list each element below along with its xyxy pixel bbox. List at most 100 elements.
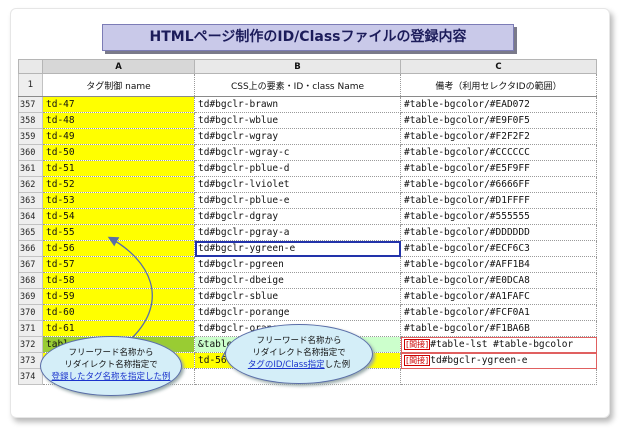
cell-c-text: #table-bgcolor/#E9F0F5 — [404, 115, 530, 126]
cell-c[interactable]: #table-bgcolor/#E5F9FF — [400, 160, 597, 177]
row-number[interactable]: 364 — [18, 208, 43, 225]
indirect-tag: [間接] — [404, 339, 431, 350]
row-number[interactable]: 372 — [18, 336, 43, 353]
callout-left-line2: リダイレクト名称指定で — [64, 360, 158, 370]
cell-c[interactable]: #table-bgcolor/#E9F0F5 — [400, 112, 597, 129]
row-number[interactable]: 373 — [18, 352, 43, 369]
callout-left-line1: フリーワード名称から — [68, 348, 154, 358]
cell-a[interactable]: td-56 — [42, 240, 195, 257]
cell-c[interactable]: [間接] #table-lst #table-bgcolor — [400, 336, 597, 353]
row-number[interactable]: 1 — [18, 73, 43, 97]
callout-left-line3: 登録したタグ名称を指定した例 — [51, 372, 171, 382]
table-row: 357 td-47 td#bgclr-brawn #table-bgcolor/#EA… — [18, 96, 597, 113]
cell-a[interactable]: td-49 — [42, 128, 195, 145]
cell-a[interactable]: td-54 — [42, 208, 195, 225]
row-number[interactable]: 358 — [18, 112, 43, 129]
cell-c-text: #table-bgcolor/#F1BA6B — [404, 323, 530, 334]
cell-b[interactable]: td#bgclr-wgray-c — [194, 144, 401, 161]
row-number[interactable]: 362 — [18, 176, 43, 193]
indirect-tag: [間接] — [404, 355, 431, 366]
column-header-row: A B C — [18, 59, 597, 74]
cell-a[interactable]: td-52 — [42, 176, 195, 193]
row-number[interactable]: 365 — [18, 224, 43, 241]
column-header-b[interactable]: B — [194, 59, 401, 74]
row-number[interactable]: 366 — [18, 240, 43, 257]
row-number[interactable]: 371 — [18, 320, 43, 337]
header-cell-c[interactable]: 備考（利用セレクタIDの範囲） — [400, 73, 597, 97]
cell-b[interactable]: td#bgclr-dbeige — [194, 272, 401, 289]
cell-a[interactable]: td-59 — [42, 288, 195, 305]
cell-b[interactable]: td#bgclr-lviolet — [194, 176, 401, 193]
table-row: 369 td-59 td#bgclr-sblue #table-bgcolor/#A1… — [18, 288, 597, 305]
page-title: HTMLページ制作のID/Classファイルの登録内容 — [102, 24, 514, 51]
table-row: 368 td-58 td#bgclr-dbeige #table-bgcolor/#E… — [18, 272, 597, 289]
cell-a[interactable]: td-60 — [42, 304, 195, 321]
row-number[interactable]: 369 — [18, 288, 43, 305]
column-header-a[interactable]: A — [42, 59, 195, 74]
cell-b[interactable]: td#bgclr-pgreen — [194, 256, 401, 273]
cell-b[interactable]: td#bgclr-dgray — [194, 208, 401, 225]
table-row: 360 td-50 td#bgclr-wgray-c #table-bgcolor/#… — [18, 144, 597, 161]
cell-c[interactable]: #table-bgcolor/#EAD072 — [400, 96, 597, 113]
row-number[interactable]: 370 — [18, 304, 43, 321]
cell-c-text: #table-bgcolor/#F2F2F2 — [404, 131, 530, 142]
header-cell-a[interactable]: タグ制御 name — [42, 73, 195, 97]
table-row: 361 td-51 td#bgclr-pblue-d #table-bgcolor/#… — [18, 160, 597, 177]
select-all-corner[interactable] — [18, 59, 43, 74]
row-number[interactable]: 357 — [18, 96, 43, 113]
header-cell-b[interactable]: CSS上の要素・ID・class Name — [194, 73, 401, 97]
cell-c-text: #table-bgcolor/#EAD072 — [404, 99, 530, 110]
cell-c-text: td#bgclr-ygreen-e — [430, 355, 528, 366]
cell-b[interactable]: td#bgclr-wblue — [194, 112, 401, 129]
column-header-c[interactable]: C — [400, 59, 597, 74]
row-number[interactable]: 363 — [18, 192, 43, 209]
cell-a[interactable]: td-53 — [42, 192, 195, 209]
row-number[interactable]: 359 — [18, 128, 43, 145]
table-row: 363 td-53 td#bgclr-pblue-e #table-bgcolor/#… — [18, 192, 597, 209]
cell-a[interactable]: td-61 — [42, 320, 195, 337]
row-number[interactable]: 367 — [18, 256, 43, 273]
cell-a[interactable]: td-48 — [42, 112, 195, 129]
cell-b[interactable]: td#bgclr-ygreen-e — [194, 240, 401, 257]
row-number[interactable]: 360 — [18, 144, 43, 161]
row-number[interactable]: 361 — [18, 160, 43, 177]
row-number[interactable]: 368 — [18, 272, 43, 289]
cell-a[interactable]: td-55 — [42, 224, 195, 241]
cell-c[interactable]: #table-bgcolor/#CCCCCC — [400, 144, 597, 161]
cell-b[interactable]: td#bgclr-wgray — [194, 128, 401, 145]
cell-b[interactable]: td#bgclr-pblue-e — [194, 192, 401, 209]
cell-c-text: #table-bgcolor/#6666FF — [404, 179, 530, 190]
cell-a[interactable]: td-51 — [42, 160, 195, 177]
cell-c-text: #table-bgcolor/#A1FAFC — [404, 291, 530, 302]
cell-c[interactable]: #table-bgcolor/#ECF6C3 — [400, 240, 597, 257]
cell-b[interactable]: td#bgclr-brawn — [194, 96, 401, 113]
row-number[interactable]: 374 — [18, 368, 43, 385]
cell-c[interactable]: [間接] td#bgclr-ygreen-e — [400, 352, 597, 369]
cell-a[interactable]: td-57 — [42, 256, 195, 273]
cell-c-text: #table-bgcolor/#FCF0A1 — [404, 307, 530, 318]
callout-right-line3: タグのID/Class指定した例 — [226, 359, 372, 371]
cell-a[interactable]: td-58 — [42, 272, 195, 289]
cell-c[interactable]: #table-bgcolor/#A1FAFC — [400, 288, 597, 305]
table-row: 362 td-52 td#bgclr-lviolet #table-bgcolor/#… — [18, 176, 597, 193]
cell-a[interactable]: td-50 — [42, 144, 195, 161]
table-row: 364 td-54 td#bgclr-dgray #table-bgcolor/#55… — [18, 208, 597, 225]
cell-b[interactable]: td#bgclr-porange — [194, 304, 401, 321]
cell-c[interactable]: #table-bgcolor/#E0DCA8 — [400, 272, 597, 289]
cell-c[interactable]: #table-bgcolor/#FCF0A1 — [400, 304, 597, 321]
cell-b[interactable]: td#bgclr-pblue-d — [194, 160, 401, 177]
cell-c-text: #table-bgcolor/#E0DCA8 — [404, 275, 530, 286]
cell-c[interactable]: #table-bgcolor/#F2F2F2 — [400, 128, 597, 145]
cell-c[interactable]: #table-bgcolor/#555555 — [400, 208, 597, 225]
cell-c[interactable]: #table-bgcolor/#6666FF — [400, 176, 597, 193]
cell-c-text: #table-bgcolor/#ECF6C3 — [404, 243, 530, 254]
cell-b[interactable]: td#bgclr-sblue — [194, 288, 401, 305]
cell-a[interactable]: td-47 — [42, 96, 195, 113]
cell-c[interactable] — [400, 368, 597, 385]
cell-c[interactable]: #table-bgcolor/#D1FFFF — [400, 192, 597, 209]
cell-c[interactable]: #table-bgcolor/#AFF1B4 — [400, 256, 597, 273]
cell-b[interactable]: td#bgclr-pgray-a — [194, 224, 401, 241]
cell-c[interactable]: #table-bgcolor/#F1BA6B — [400, 320, 597, 337]
cell-c[interactable]: #table-bgcolor/#DDDDDD — [400, 224, 597, 241]
cell-c-text: #table-lst #table-bgcolor — [430, 339, 574, 350]
